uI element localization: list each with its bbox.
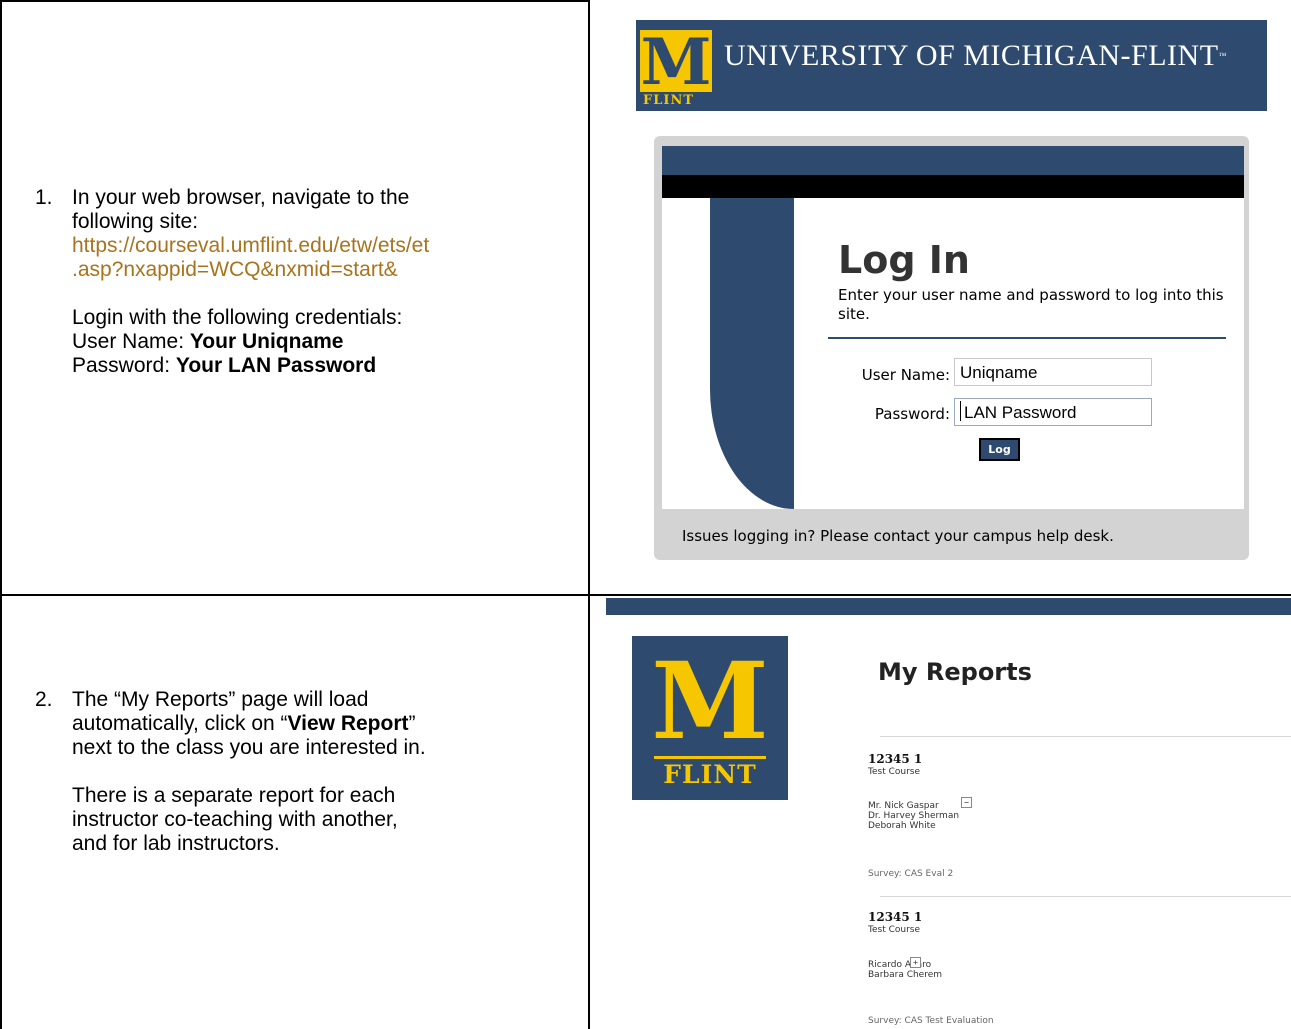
step1-pass-line: Password: Your LAN Password: [72, 354, 377, 377]
step1-line1: In your web browser, navigate to the: [72, 186, 410, 209]
collapse-toggle-icon[interactable]: −: [961, 797, 972, 808]
login-title: Log In: [838, 238, 970, 282]
user-name-label: User Name:: [861, 366, 950, 384]
table-border-left: [0, 0, 2, 1029]
report-course: Test Course: [868, 767, 921, 777]
my-reports-title: My Reports: [878, 658, 1032, 686]
step2-para2-line2: instructor co-teaching with another,: [72, 808, 398, 831]
login-help-text: Issues logging in? Please contact your c…: [682, 527, 1114, 545]
report-divider: [880, 736, 1291, 737]
login-top-bar: [662, 146, 1244, 175]
reports-top-bar: [606, 598, 1291, 615]
step1-login-intro: Login with the following credentials:: [72, 306, 403, 329]
step2-instructions: 2. The “My Reports” page will load autom…: [35, 688, 572, 856]
step2-line1: The “My Reports” page will load: [72, 688, 369, 711]
step1-line2: following site:: [72, 210, 199, 233]
step1-url-line2[interactable]: .asp?nxappid=WCQ&nxmid=start&: [72, 258, 572, 282]
password-input[interactable]: LAN Password: [954, 398, 1152, 426]
report-survey: Survey: CAS Eval 2: [868, 869, 954, 879]
block-m-logo: M FLINT: [640, 25, 712, 109]
step2-line3: next to the class you are interested in.: [72, 736, 426, 759]
report-instructor: Deborah White: [868, 821, 936, 831]
report-course: Test Course: [868, 925, 921, 935]
step1-instructions: 1. In your web browser, navigate to the …: [35, 186, 572, 378]
report-divider: [880, 896, 1291, 897]
login-divider: [828, 337, 1226, 339]
login-form-area: Log In Enter your user name and password…: [662, 146, 1244, 509]
table-border-top: [0, 0, 590, 2]
step2-para2-line1: There is a separate report for each: [72, 784, 396, 807]
step1-user-line: User Name: Your Uniqname: [72, 330, 344, 353]
login-subtitle: Enter your user name and password to log…: [838, 286, 1224, 323]
login-panel: Log In Enter your user name and password…: [654, 136, 1249, 560]
login-black-bar: [662, 175, 1244, 198]
table-border-middle: [588, 0, 590, 1029]
report-survey: Survey: CAS Test Evaluation: [868, 1016, 994, 1026]
expand-toggle-icon[interactable]: +: [910, 957, 921, 968]
step1-url-line1[interactable]: https://courseval.umflint.edu/etw/ets/et: [72, 234, 572, 258]
password-label: Password:: [874, 405, 950, 423]
report-code: 12345 1: [868, 910, 923, 924]
university-name: UNIVERSITY OF MICHIGAN-FLINT™: [724, 39, 1227, 72]
user-name-input[interactable]: Uniqname: [954, 358, 1152, 386]
log-in-button[interactable]: Log In: [979, 438, 1020, 475]
table-border-row: [0, 594, 1291, 596]
university-header: M FLINT UNIVERSITY OF MICHIGAN-FLINT™: [636, 20, 1267, 111]
step1-number: 1.: [35, 186, 53, 209]
step2-para2-line3: and for lab instructors.: [72, 832, 280, 855]
report-instructor: Barbara Cherem: [868, 970, 943, 980]
step2-number: 2.: [35, 688, 53, 711]
step2-line2: automatically, click on “View Report”: [72, 712, 416, 735]
report-code: 12345 1: [868, 752, 923, 766]
login-side-decoration: [710, 198, 794, 509]
flint-m-logo: M FLINT: [632, 636, 788, 800]
